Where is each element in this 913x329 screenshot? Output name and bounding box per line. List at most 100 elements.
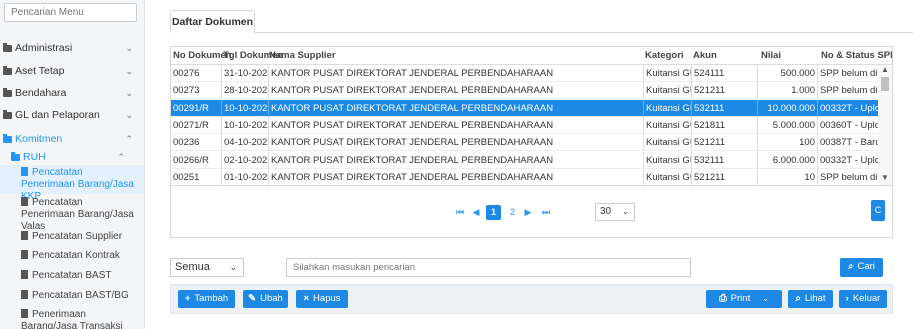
sidebar-item-label: GL dan Pelaporan bbox=[15, 109, 100, 121]
column-header-nilai[interactable]: Nilai bbox=[761, 47, 781, 65]
refresh-button[interactable]: C bbox=[871, 200, 885, 221]
table-row[interactable]: 00271/R 10-10-2022 KANTOR PUSAT DIREKTORAT… bbox=[171, 116, 879, 134]
folder-icon bbox=[3, 43, 12, 52]
cell-no: 00276 bbox=[173, 68, 200, 79]
sidebar-item-label: Komitmen bbox=[15, 133, 63, 145]
exit-button[interactable]: › Keluar bbox=[839, 290, 887, 308]
scrollbar-thumb[interactable] bbox=[881, 77, 889, 91]
table-row[interactable]: 00251 01-10-2022 KANTOR PUSAT DIREKTORAT J… bbox=[171, 168, 879, 185]
tab-divider bbox=[170, 32, 913, 33]
cell-nilai: 1.000 bbox=[757, 82, 817, 100]
edit-button[interactable]: ✎ Ubah bbox=[243, 290, 288, 308]
sidebar-subitem-penerimaan-kkp[interactable]: Pencatatan Penerimaan Barang/Jasa KKP bbox=[0, 165, 144, 202]
last-page-button[interactable]: ⏭ bbox=[538, 205, 554, 220]
sidebar-subitem-label: Penerimaan Barang/Jasa Transaksi Escrow bbox=[21, 309, 123, 329]
cell-tgl: 28-10-2022 bbox=[221, 82, 268, 100]
cell-no: 00266/R bbox=[173, 154, 209, 166]
filter-select[interactable]: Semua ⌄ bbox=[170, 258, 244, 277]
sidebar-subitem-supplier[interactable]: Pencatatan Supplier bbox=[0, 231, 144, 245]
cell-nilai: 10 bbox=[757, 168, 817, 185]
cell-status: SPP belum direkam bbox=[817, 65, 879, 82]
sidebar-item-label: Aset Tetap bbox=[15, 65, 65, 77]
folder-icon bbox=[11, 152, 20, 161]
cell-nilai: 500.000 bbox=[757, 65, 817, 82]
cell-supplier: KANTOR PUSAT DIREKTORAT JENDERAL PERBEND… bbox=[268, 168, 643, 185]
sidebar-item-gl-pelaporan[interactable]: GL dan Pelaporan ⌄ bbox=[0, 104, 144, 126]
sidebar-item-label: Administrasi bbox=[15, 42, 73, 54]
sidebar-subitem-label: Pencatatan Kontrak bbox=[32, 250, 120, 261]
column-header-akun[interactable]: Akun bbox=[693, 47, 717, 65]
table-row[interactable]: 00273 28-10-2022 KANTOR PUSAT DIREKTORAT J… bbox=[171, 82, 879, 100]
plus-icon: + bbox=[184, 293, 191, 304]
table-scrollbar[interactable]: ▲ ▼ bbox=[878, 65, 892, 185]
document-icon bbox=[21, 250, 28, 259]
sidebar-subitem-kontrak[interactable]: Pencatatan Kontrak bbox=[0, 250, 144, 264]
search-input[interactable] bbox=[286, 258, 691, 277]
sidebar-subitem-escrow[interactable]: Penerimaan Barang/Jasa Transaksi Escrow bbox=[0, 309, 144, 329]
menu-search-input[interactable] bbox=[4, 3, 137, 22]
cell-akun: 521211 bbox=[691, 134, 757, 152]
document-icon bbox=[21, 231, 28, 240]
cell-supplier: KANTOR PUSAT DIREKTORAT JENDERAL PERBEND… bbox=[268, 151, 643, 169]
page-button-2[interactable]: 2 bbox=[505, 205, 520, 220]
prev-page-button[interactable]: ◀ bbox=[470, 205, 482, 220]
exit-button-label: Keluar bbox=[852, 293, 881, 304]
column-header-status-spp[interactable]: No & Status SPP bbox=[821, 47, 892, 65]
chevron-down-icon: ⌄ bbox=[762, 294, 769, 303]
column-header-kategori[interactable]: Kategori bbox=[645, 47, 684, 65]
cell-supplier: KANTOR PUSAT DIREKTORAT JENDERAL PERBEND… bbox=[268, 99, 643, 117]
cell-status: 00332T - Upload SP2D bbox=[817, 99, 879, 117]
first-page-button[interactable]: ⏮ bbox=[454, 205, 466, 220]
sidebar-subitem-label: Pencatatan Supplier bbox=[32, 231, 123, 242]
add-button[interactable]: + Tambah bbox=[178, 290, 235, 308]
cell-no: 00271/R bbox=[173, 119, 209, 131]
chevron-down-icon[interactable]: ▼ bbox=[878, 173, 892, 185]
table-row[interactable]: 00291/R 10-10-2022 KANTOR PUSAT DIREKTORAT… bbox=[171, 99, 879, 117]
cell-tgl: 01-10-2022 bbox=[221, 168, 268, 185]
cell-nilai: 100 bbox=[757, 134, 817, 152]
sidebar-subitem-penerimaan-valas[interactable]: Pencatatan Penerimaan Barang/Jasa Valas bbox=[0, 197, 144, 232]
page-size-select[interactable]: 30 ⌄ bbox=[595, 203, 635, 221]
cell-no: 00291/R bbox=[173, 102, 209, 114]
cell-kategori: Kuitansi GUP ... bbox=[643, 65, 691, 82]
page-button-1[interactable]: 1 bbox=[486, 205, 501, 220]
delete-button[interactable]: × Hapus bbox=[296, 290, 348, 308]
search-icon: ⌕ bbox=[795, 293, 801, 304]
cell-akun: 521211 bbox=[691, 168, 757, 185]
document-icon bbox=[21, 197, 28, 206]
cell-akun: 521211 bbox=[691, 82, 757, 100]
sidebar-item-administrasi[interactable]: Administrasi ⌄ bbox=[0, 37, 144, 59]
chevron-up-icon[interactable]: ▲ bbox=[878, 65, 892, 77]
chevron-down-icon: ⌄ bbox=[229, 262, 237, 272]
close-icon: × bbox=[303, 293, 310, 304]
view-button[interactable]: ⌕ Lihat bbox=[788, 290, 833, 308]
cell-status: 00387T - Baru bbox=[817, 134, 879, 152]
print-button[interactable]: ⎙ Print ⌄ bbox=[706, 290, 782, 308]
chevron-down-icon: ⌄ bbox=[125, 88, 133, 98]
cell-supplier: KANTOR PUSAT DIREKTORAT JENDERAL PERBEND… bbox=[268, 82, 643, 100]
sidebar-subitem-bast[interactable]: Pencatatan BAST bbox=[0, 270, 144, 284]
cell-kategori: Kuitansi GUP ... bbox=[643, 116, 691, 134]
table-row[interactable]: 00236 04-10-2022 KANTOR PUSAT DIREKTORAT J… bbox=[171, 134, 879, 152]
sidebar-item-aset-tetap[interactable]: Aset Tetap ⌄ bbox=[0, 60, 144, 82]
search-button[interactable]: ⌕ Cari bbox=[840, 258, 883, 277]
cell-tgl: 31-10-2022 bbox=[221, 65, 268, 82]
table-row[interactable]: 00266/R 02-10-2022 KANTOR PUSAT DIREKTORAT… bbox=[171, 151, 879, 169]
cell-kategori: Kuitansi GUP ... bbox=[643, 168, 691, 185]
cell-kategori: Kuitansi GUP ... bbox=[643, 99, 691, 117]
folder-icon bbox=[3, 110, 12, 119]
sidebar-subitem-bast-bg[interactable]: Pencatatan BAST/BG bbox=[0, 290, 144, 304]
folder-icon bbox=[3, 88, 12, 97]
document-icon bbox=[21, 309, 28, 318]
column-header-nama-supplier[interactable]: Nama Supplier bbox=[269, 47, 336, 65]
tab-daftar-dokumen[interactable]: Daftar Dokumen bbox=[170, 10, 255, 33]
cell-supplier: KANTOR PUSAT DIREKTORAT JENDERAL PERBEND… bbox=[268, 65, 643, 82]
chevron-down-icon: ⌄ bbox=[622, 207, 629, 216]
cell-nilai: 6.000.000 bbox=[757, 151, 817, 169]
next-page-button[interactable]: ▶ bbox=[522, 205, 534, 220]
sidebar-item-bendahara[interactable]: Bendahara ⌄ bbox=[0, 82, 144, 104]
cell-no: 00251 bbox=[173, 171, 200, 183]
cell-status: SPP belum direkam bbox=[817, 82, 879, 100]
table-row[interactable]: 00276 31-10-2022 KANTOR PUSAT DIREKTORAT J… bbox=[171, 65, 879, 82]
document-table: No Dokumen Tgl Dokumen Nama Supplier Kat… bbox=[170, 46, 893, 186]
